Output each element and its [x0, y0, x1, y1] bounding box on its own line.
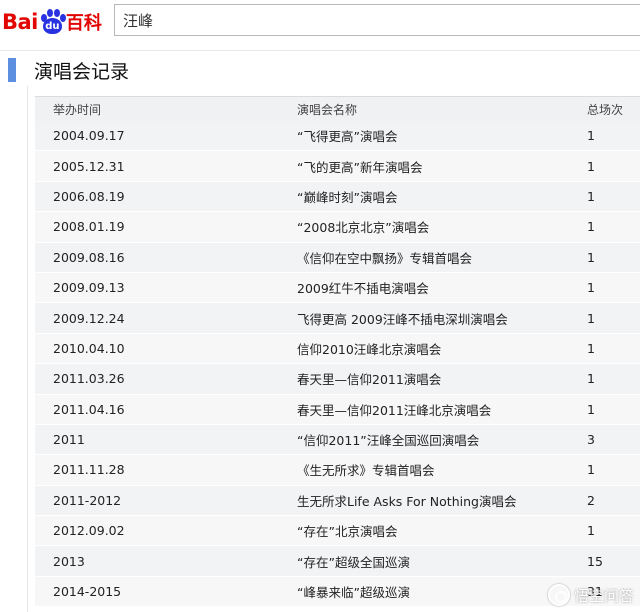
table-row: 2009.12.24 飞得更高 2009汪峰不插电深圳演唱会 1	[35, 303, 640, 334]
cell-name: “峰暴来临”超级巡演	[297, 585, 410, 601]
cell-date: 2011.03.26	[53, 371, 125, 387]
baidu-baike-logo[interactable]: Bai du 百科	[2, 4, 110, 40]
cell-count: 1	[587, 371, 595, 387]
cell-name: 信仰2010汪峰北京演唱会	[297, 341, 442, 357]
header-count: 总场次	[587, 102, 624, 117]
table-row: 2012.09.02 “存在”北京演唱会 1	[35, 516, 640, 547]
cell-name: “存在”北京演唱会	[297, 524, 398, 540]
cell-name: 飞得更高 2009汪峰不插电深圳演唱会	[297, 311, 508, 327]
cell-count: 2	[587, 492, 595, 508]
cell-count: 1	[587, 523, 595, 539]
cell-date: 2013	[53, 553, 85, 569]
table-row: 2013 “存在”超级全国巡演 15	[35, 546, 640, 577]
cell-date: 2009.08.16	[53, 249, 125, 265]
cell-name: 春天里—信仰2011汪峰北京演唱会	[297, 402, 492, 418]
concert-table: 举办时间 演唱会名称 总场次 2004.09.17 “飞得更高”演唱会 1 2005.…	[35, 96, 640, 608]
table-row: 2006.08.19 “巅峰时刻”演唱会 1	[35, 181, 640, 213]
paw-icon: du	[39, 8, 66, 36]
cell-date: 2011.11.28	[53, 462, 125, 478]
content-left-rule	[27, 86, 28, 612]
cell-count: 1	[587, 340, 595, 356]
cell-name: 春天里—信仰2011演唱会	[297, 372, 442, 388]
table-row: 2011.03.26 春天里—信仰2011演唱会 1	[35, 364, 640, 395]
watermark-text: 悟空问答	[573, 586, 634, 605]
cell-name: “巅峰时刻”演唱会	[297, 189, 398, 205]
table-row: 2004.09.17 “飞得更高”演唱会 1	[35, 121, 640, 152]
cell-count: 1	[587, 128, 595, 144]
cell-date: 2005.12.31	[53, 158, 125, 174]
search-box[interactable]	[114, 4, 640, 36]
cell-count: 1	[587, 249, 595, 265]
cell-date: 2006.08.19	[53, 188, 125, 204]
table-row: 2009.08.16 《信仰在空中飘扬》专辑首唱会 1	[35, 242, 640, 273]
cell-name: “飞的更高”新年演唱会	[297, 159, 423, 175]
top-bar: Bai du 百科	[0, 0, 640, 50]
table-body: 2004.09.17 “飞得更高”演唱会 1 2005.12.31 “飞的更高”新年演唱…	[35, 121, 640, 608]
cell-name: 《生无所求》专辑首唱会	[297, 463, 435, 479]
wukong-icon	[547, 584, 570, 606]
cell-count: 1	[587, 188, 595, 204]
cell-count: 1	[587, 462, 595, 478]
cell-name: 2009红牛不插电演唱会	[297, 281, 429, 297]
table-row: 2011 “信仰2011”汪峰全国巡回演唱会 3	[35, 424, 640, 456]
cell-name: 生无所求Life Asks For Nothing演唱会	[297, 493, 517, 509]
cell-date: 2009.12.24	[53, 310, 125, 326]
header-name: 演唱会名称	[297, 102, 358, 117]
table-row: 2011.11.28 《生无所求》专辑首唱会 1	[35, 455, 640, 486]
cell-name: “存在”超级全国巡演	[297, 554, 410, 570]
section-marker	[8, 58, 16, 82]
cell-count: 1	[587, 158, 595, 174]
section-header: 演唱会记录	[0, 56, 640, 88]
logo-text-left: Bai	[2, 10, 38, 34]
cell-name: “飞得更高”演唱会	[297, 129, 398, 145]
cell-count: 3	[587, 432, 595, 448]
search-input[interactable]	[115, 5, 640, 35]
cell-count: 1	[587, 219, 595, 235]
cell-count: 1	[587, 310, 595, 326]
table-row: 2005.12.31 “飞的更高”新年演唱会 1	[35, 151, 640, 182]
cell-date: 2012.09.02	[53, 523, 125, 539]
table-row: 2010.04.10 信仰2010汪峰北京演唱会 1	[35, 333, 640, 365]
cell-count: 1	[587, 280, 595, 296]
table-row: 2011-2012 生无所求Life Asks For Nothing演唱会 2	[35, 485, 640, 517]
header-divider	[0, 50, 640, 51]
table-row: 2011.04.16 春天里—信仰2011汪峰北京演唱会 1	[35, 394, 640, 425]
cell-date: 2008.01.19	[53, 219, 125, 235]
logo-pad-text: du	[42, 18, 62, 34]
cell-date: 2009.09.13	[53, 280, 125, 296]
header-date: 举办时间	[53, 102, 102, 117]
cell-name: “信仰2011”汪峰全国巡回演唱会	[297, 433, 480, 449]
table-row: 2009.09.13 2009红牛不插电演唱会 1	[35, 272, 640, 304]
cell-date: 2004.09.17	[53, 128, 125, 144]
cell-name: “2008北京北京”演唱会	[297, 220, 430, 236]
logo-text-right: 百科	[65, 13, 102, 34]
section-title: 演唱会记录	[34, 61, 130, 83]
cell-date: 2014-2015	[53, 584, 122, 600]
cell-count: 1	[587, 401, 595, 417]
cell-date: 2011-2012	[53, 492, 122, 508]
table-row: 2008.01.19 “2008北京北京”演唱会 1	[35, 212, 640, 243]
cell-date: 2011.04.16	[53, 401, 125, 417]
cell-name: 《信仰在空中飘扬》专辑首唱会	[297, 250, 473, 266]
cell-count: 15	[587, 553, 603, 569]
watermark: 悟空问答	[547, 584, 634, 606]
cell-date: 2011	[53, 432, 85, 448]
table-header: 举办时间 演唱会名称 总场次	[35, 96, 640, 121]
cell-date: 2010.04.10	[53, 340, 125, 356]
